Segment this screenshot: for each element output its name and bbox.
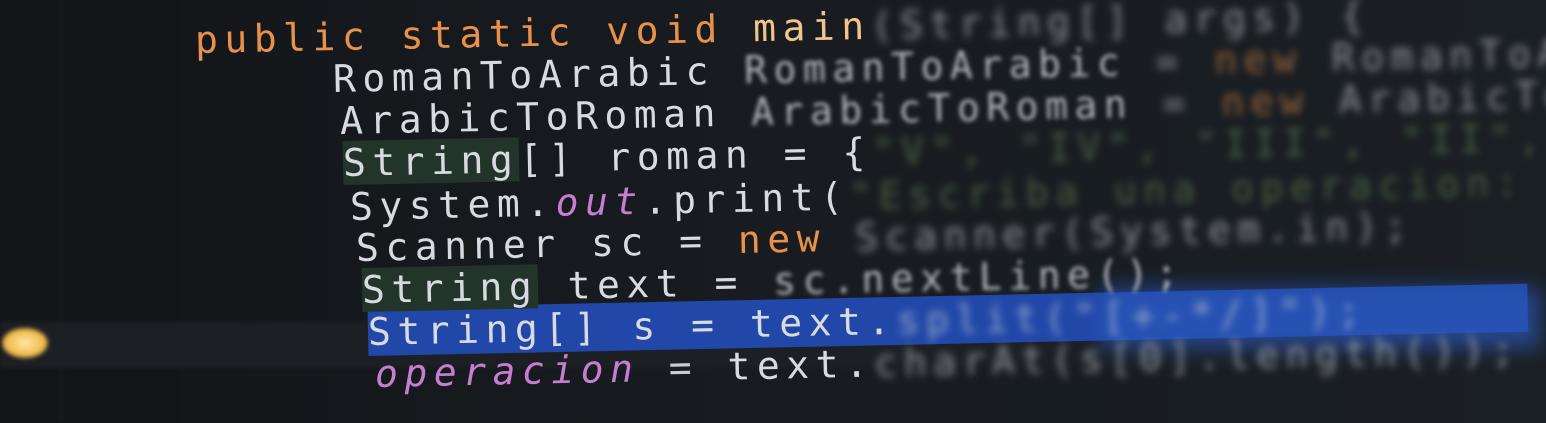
code-token: String (342, 137, 520, 185)
code-token: new (1220, 78, 1340, 125)
lightbulb-icon[interactable] (2, 328, 48, 358)
code-token: text. (749, 298, 898, 346)
code-token: String (361, 264, 539, 312)
code-token: main (752, 3, 872, 51)
code-token: = (1125, 38, 1215, 85)
code-token: new (1213, 36, 1333, 83)
code-token: = (1132, 80, 1222, 127)
code-token: text = (537, 259, 774, 309)
code-token: [] roman = { (518, 129, 873, 182)
code-token: text. (727, 341, 875, 389)
code-token: = (638, 344, 728, 391)
code-token: operacion (374, 346, 640, 396)
code-token: out (555, 178, 645, 225)
code-token: new (737, 215, 856, 262)
